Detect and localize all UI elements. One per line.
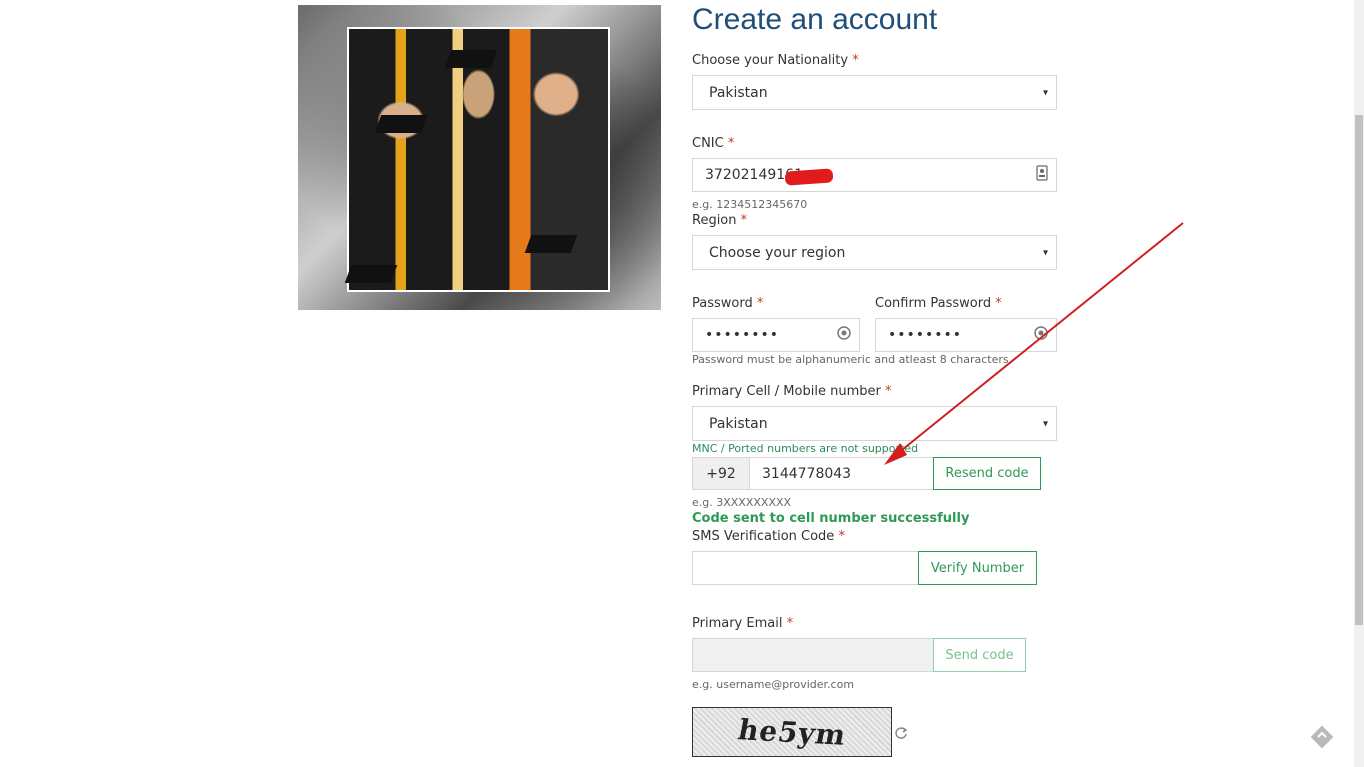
scrollbar-thumb[interactable] [1355, 115, 1363, 625]
annotation-arrow [884, 222, 1184, 465]
tag-icon[interactable] [1308, 723, 1336, 755]
